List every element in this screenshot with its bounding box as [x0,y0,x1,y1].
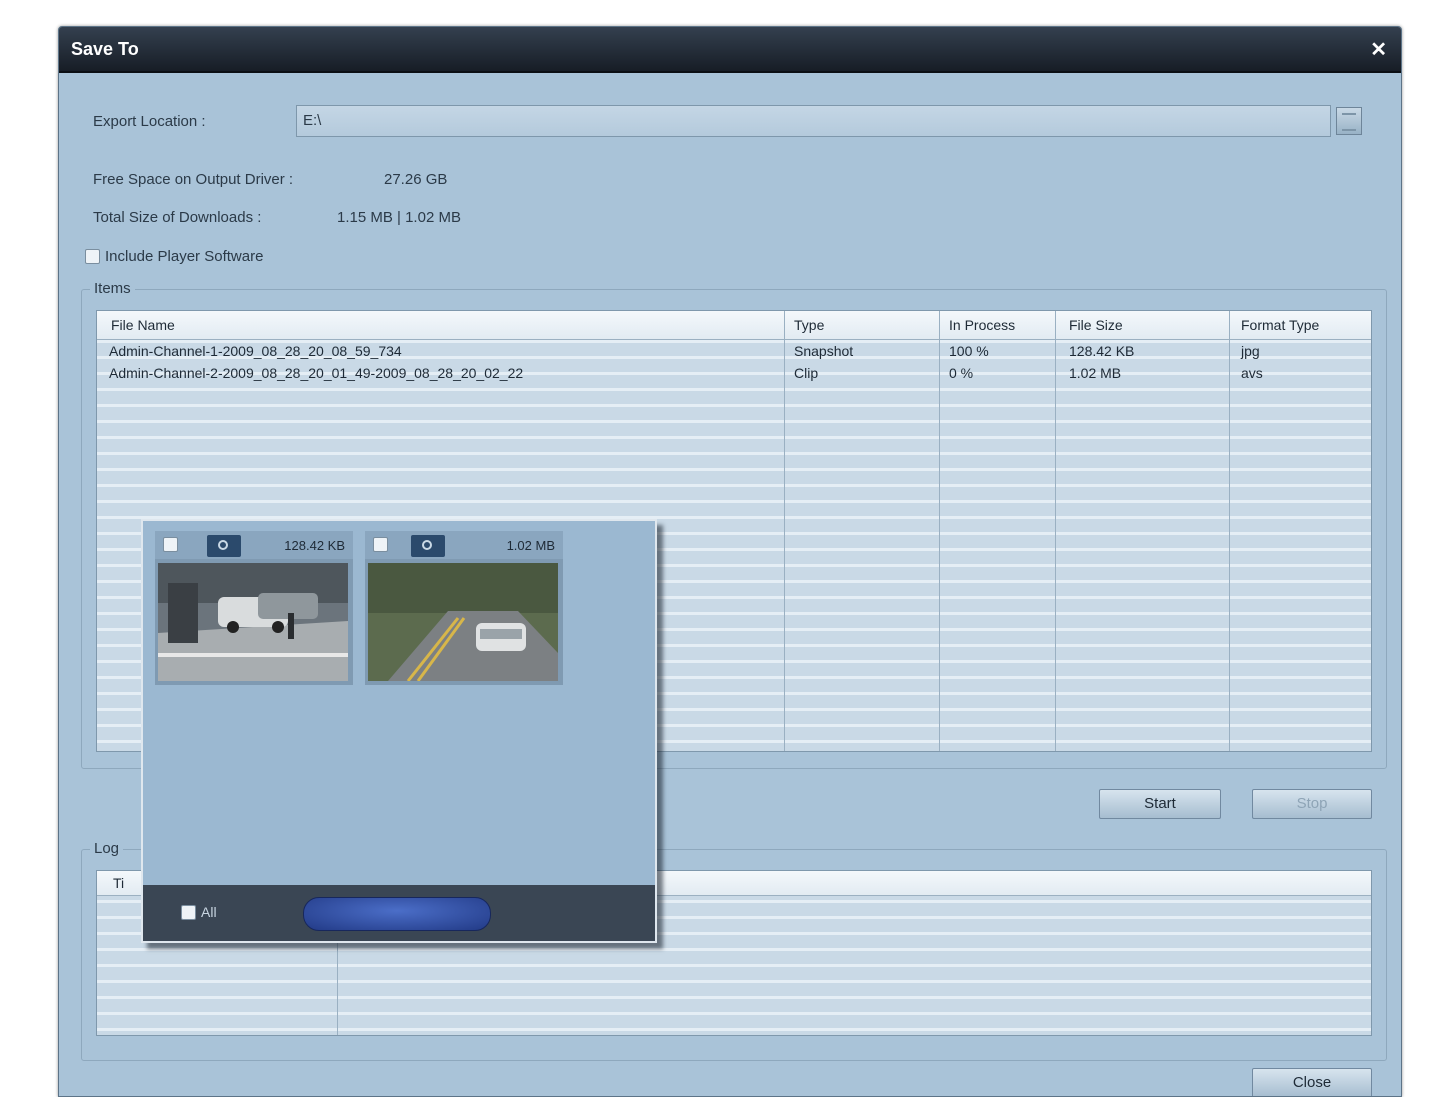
col-file-size[interactable]: File Size [1069,317,1123,333]
row-format-type: avs [1241,365,1263,381]
thumbnail-size: 128.42 KB [284,538,345,553]
col-file-name[interactable]: File Name [111,317,175,333]
window-title: Save To [71,39,139,59]
column-divider [939,311,940,751]
row-in-process: 100 % [949,343,989,359]
camera-lens [218,540,228,550]
column-divider [784,311,785,751]
row-type: Clip [794,365,819,381]
popup-action-button[interactable] [303,897,491,931]
col-in-process[interactable]: In Process [949,317,1015,333]
column-divider [1229,311,1230,751]
select-all-label: All [201,904,217,920]
title-bar[interactable]: Save To ✕ [59,27,1401,73]
free-space-value: 27.26 GB [384,171,448,188]
popup-footer: All [143,885,655,941]
start-button[interactable]: Start [1099,789,1221,819]
thumbnail-checkbox[interactable] [163,537,178,552]
include-player-checkbox[interactable] [85,249,100,264]
browse-button[interactable] [1336,107,1362,135]
col-type[interactable]: Type [794,317,824,333]
items-group-title: Items [90,280,135,297]
log-col-time[interactable]: Ti [113,875,124,891]
camera-icon [207,535,241,557]
log-group-title: Log [90,840,124,857]
row-type: Snapshot [794,343,854,359]
row-file-name: Admin-Channel-2-2009_08_28_20_01_49-2009… [109,365,524,381]
thumbnail-header: 1.02 MB [365,531,563,559]
thumbnail-size: 1.02 MB [506,538,555,553]
include-player-label: Include Player Software [105,248,264,265]
close-button[interactable]: Close [1252,1068,1372,1096]
export-location-field[interactable]: E:\ [296,105,1331,137]
col-format-type[interactable]: Format Type [1241,317,1319,333]
free-space-label: Free Space on Output Driver : [93,171,294,188]
stop-button[interactable]: Stop [1252,789,1372,819]
close-icon[interactable]: ✕ [1370,37,1387,62]
thumbnail-header: 128.42 KB [155,531,353,559]
row-file-name: Admin-Channel-1-2009_08_28_20_08_59_734 [109,343,402,359]
items-table-header: File Name Type In Process File Size Form… [97,311,1371,340]
video-icon [411,535,445,557]
total-size-label: Total Size of Downloads : [93,209,262,226]
column-divider [1055,311,1056,751]
row-file-size: 1.02 MB [1069,365,1122,381]
total-size-value: 1.15 MB | 1.02 MB [337,209,461,226]
row-file-size: 128.42 KB [1069,343,1135,359]
select-all-checkbox[interactable] [181,905,196,920]
browse-icon [1342,113,1356,131]
clip-thumbnail[interactable]: 1.02 MB [365,531,563,685]
row-format-type: jpg [1241,343,1260,359]
thumbnail-checkbox[interactable] [373,537,388,552]
video-lens [422,540,432,550]
export-location-label: Export Location : [93,113,206,130]
snapshot-image [158,563,348,681]
row-in-process: 0 % [949,365,974,381]
clip-image [368,563,558,681]
snapshot-thumbnail[interactable]: 128.42 KB [155,531,353,685]
thumbnail-popup: 128.42 KB 1.02 MB All [141,519,657,943]
